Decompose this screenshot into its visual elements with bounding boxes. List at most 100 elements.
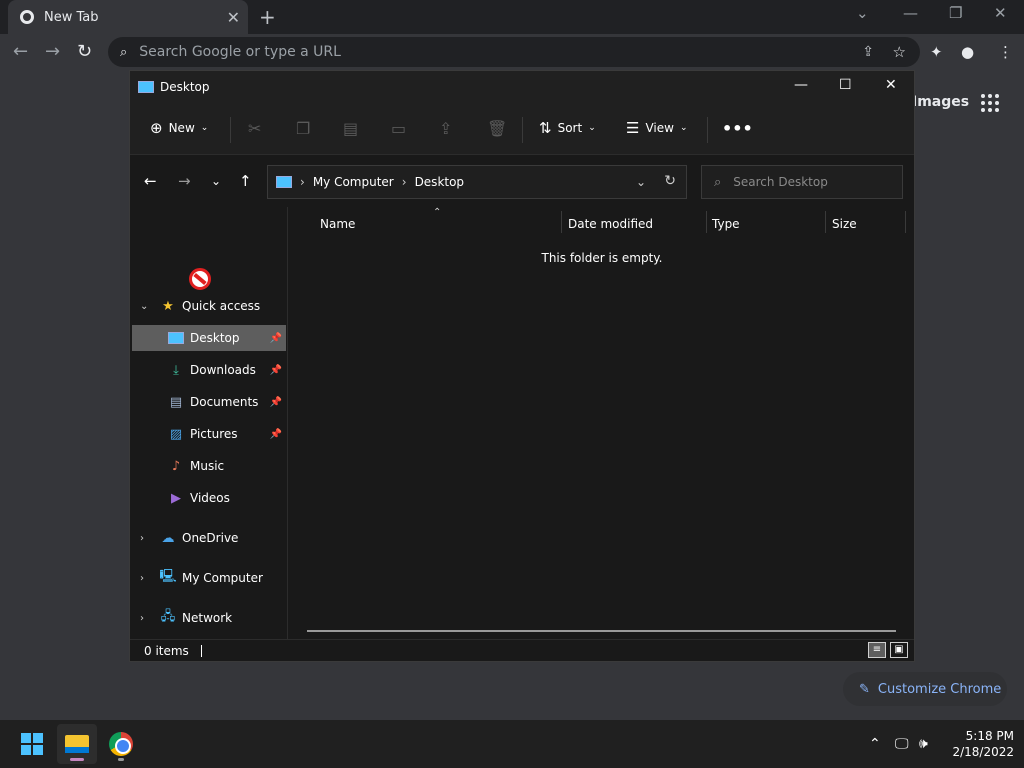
nav-music[interactable]: ♪ Music <box>132 453 286 479</box>
column-divider[interactable] <box>825 211 826 233</box>
close-window-icon[interactable]: ✕ <box>994 4 1007 22</box>
chevron-down-icon[interactable]: ⌄ <box>636 175 646 189</box>
windows-logo-icon <box>21 733 43 755</box>
cut-icon[interactable]: ✂ <box>248 119 261 138</box>
customize-chrome-label: Customize Chrome <box>877 681 1002 697</box>
start-button[interactable] <box>12 724 52 764</box>
nav-label: Network <box>182 611 233 625</box>
sort-ascending-caret-icon: ⌃ <box>433 207 442 218</box>
apps-grid-icon[interactable] <box>981 94 999 112</box>
search-input[interactable]: ⌕ Search Desktop <box>701 165 903 199</box>
taskbar-chrome[interactable] <box>101 724 141 764</box>
address-bar[interactable]: › My Computer › Desktop ⌄ ↻ <box>267 165 687 199</box>
divider <box>230 117 231 143</box>
nav-onedrive[interactable]: › ☁ OneDrive <box>132 525 286 551</box>
minimize-icon[interactable]: — <box>794 77 808 93</box>
star-icon: ★ <box>162 298 174 314</box>
refresh-icon[interactable]: ↻ <box>664 173 676 189</box>
chevron-up-icon[interactable]: ⌃ <box>869 736 881 752</box>
nav-label: Music <box>190 459 225 473</box>
details-view-icon[interactable]: ≡ <box>868 642 886 658</box>
forward-arrow-icon[interactable]: → <box>45 41 60 62</box>
search-icon: ⌕ <box>120 44 128 60</box>
new-button[interactable]: ⊕ New ⌄ <box>150 119 208 137</box>
sort-button[interactable]: ⇅ Sort ⌄ <box>539 119 596 137</box>
nav-documents[interactable]: ▤ Documents 📌 <box>132 389 286 415</box>
paste-icon[interactable]: ▤ <box>343 119 358 138</box>
taskbar-file-explorer[interactable] <box>57 724 97 764</box>
reload-icon[interactable]: ↻ <box>77 41 92 62</box>
horizontal-scrollbar[interactable] <box>307 630 896 632</box>
chevron-down-icon: ⌄ <box>200 123 209 133</box>
profile-icon[interactable]: ● <box>961 43 974 61</box>
nav-label: Videos <box>190 491 230 505</box>
chevron-right-icon[interactable]: › <box>140 533 144 544</box>
chevron-down-icon[interactable]: ⌄ <box>856 4 869 22</box>
chevron-right-icon[interactable]: › <box>140 613 144 624</box>
close-window-icon[interactable]: ✕ <box>885 77 897 93</box>
copy-icon[interactable]: ❐ <box>296 119 310 138</box>
nav-label: My Computer <box>182 571 263 585</box>
nav-quick-access[interactable]: ⌄ ★ Quick access <box>132 293 286 319</box>
column-header-date-modified[interactable]: Date modified <box>568 217 653 231</box>
breadcrumb-my-computer[interactable]: My Computer <box>313 175 394 189</box>
large-icons-view-icon[interactable]: ▣ <box>890 642 908 658</box>
close-icon[interactable]: ✕ <box>227 8 240 27</box>
chevron-down-icon: ⌄ <box>679 123 688 133</box>
music-icon: ♪ <box>171 458 181 474</box>
column-divider[interactable] <box>706 211 707 233</box>
no-drop-cursor-icon <box>189 268 211 290</box>
maximize-icon[interactable]: ☐ <box>839 77 852 93</box>
system-clock[interactable]: 5:18 PM 2/18/2022 <box>944 728 1014 760</box>
nav-network[interactable]: › 🖧 Network <box>132 605 286 631</box>
column-header-size[interactable]: Size <box>832 217 857 231</box>
restore-icon[interactable]: ❐ <box>949 4 962 22</box>
menu-icon[interactable]: ⋮ <box>998 43 1013 61</box>
nav-label: Documents <box>190 395 259 409</box>
back-arrow-icon[interactable]: ← <box>13 41 28 62</box>
view-label: View <box>645 121 674 135</box>
column-divider[interactable] <box>905 211 906 233</box>
forward-arrow-icon[interactable]: → <box>178 172 191 190</box>
tab-new-tab[interactable]: New Tab ✕ <box>8 0 248 34</box>
delete-icon[interactable]: 🗑 <box>487 119 507 138</box>
column-divider[interactable] <box>561 211 562 233</box>
clock-date: 2/18/2022 <box>952 745 1014 759</box>
up-arrow-icon[interactable]: ↑ <box>239 172 252 190</box>
nav-videos[interactable]: ▶ Videos <box>132 485 286 511</box>
customize-chrome-button[interactable]: ✎ Customize Chrome <box>843 672 1007 706</box>
minimize-icon[interactable]: — <box>903 4 918 22</box>
volume-icon[interactable]: 🕪 <box>919 736 928 752</box>
recent-locations-chevron-icon[interactable]: ⌄ <box>211 174 221 188</box>
share-icon[interactable]: ⇪ <box>439 119 452 138</box>
images-link[interactable]: Images <box>912 94 969 110</box>
desktop-folder-icon <box>138 81 154 93</box>
nav-downloads[interactable]: ⤓ Downloads 📌 <box>132 357 286 383</box>
chevron-down-icon[interactable]: ⌄ <box>140 301 148 312</box>
back-arrow-icon[interactable]: ← <box>144 172 157 190</box>
view-button[interactable]: ☰ View ⌄ <box>626 119 687 137</box>
share-icon[interactable]: ⇪ <box>862 44 874 60</box>
omnibox[interactable]: ⌕ Search Google or type a URL ⇪ ☆ <box>108 37 920 67</box>
taskbar: ⌃ 🖵 🕪 5:18 PM 2/18/2022 <box>0 720 1024 768</box>
column-header-name[interactable]: Name <box>320 217 355 231</box>
column-header-type[interactable]: Type <box>712 217 740 231</box>
nav-my-computer[interactable]: › 🖳 My Computer <box>132 565 286 591</box>
new-label: New <box>168 121 195 135</box>
computer-icon: 🖳 <box>159 569 177 584</box>
nav-desktop[interactable]: Desktop 📌 <box>132 325 286 351</box>
network-status-icon[interactable]: 🖵 <box>895 736 909 752</box>
more-options-icon[interactable]: ••• <box>722 119 753 138</box>
rename-icon[interactable]: ▭ <box>391 119 406 138</box>
empty-folder-message: This folder is empty. <box>541 251 663 265</box>
chrome-icon <box>109 732 133 756</box>
bookmark-star-icon[interactable]: ☆ <box>893 43 906 61</box>
sort-label: Sort <box>557 121 583 135</box>
chevron-right-icon[interactable]: › <box>140 573 144 584</box>
extensions-icon[interactable]: ✦ <box>930 43 943 61</box>
running-indicator <box>118 758 124 761</box>
nav-pictures[interactable]: ▨ Pictures 📌 <box>132 421 286 447</box>
new-tab-button[interactable]: + <box>259 5 276 29</box>
breadcrumb-separator-icon: › <box>300 175 305 189</box>
breadcrumb-desktop[interactable]: Desktop <box>415 175 465 189</box>
